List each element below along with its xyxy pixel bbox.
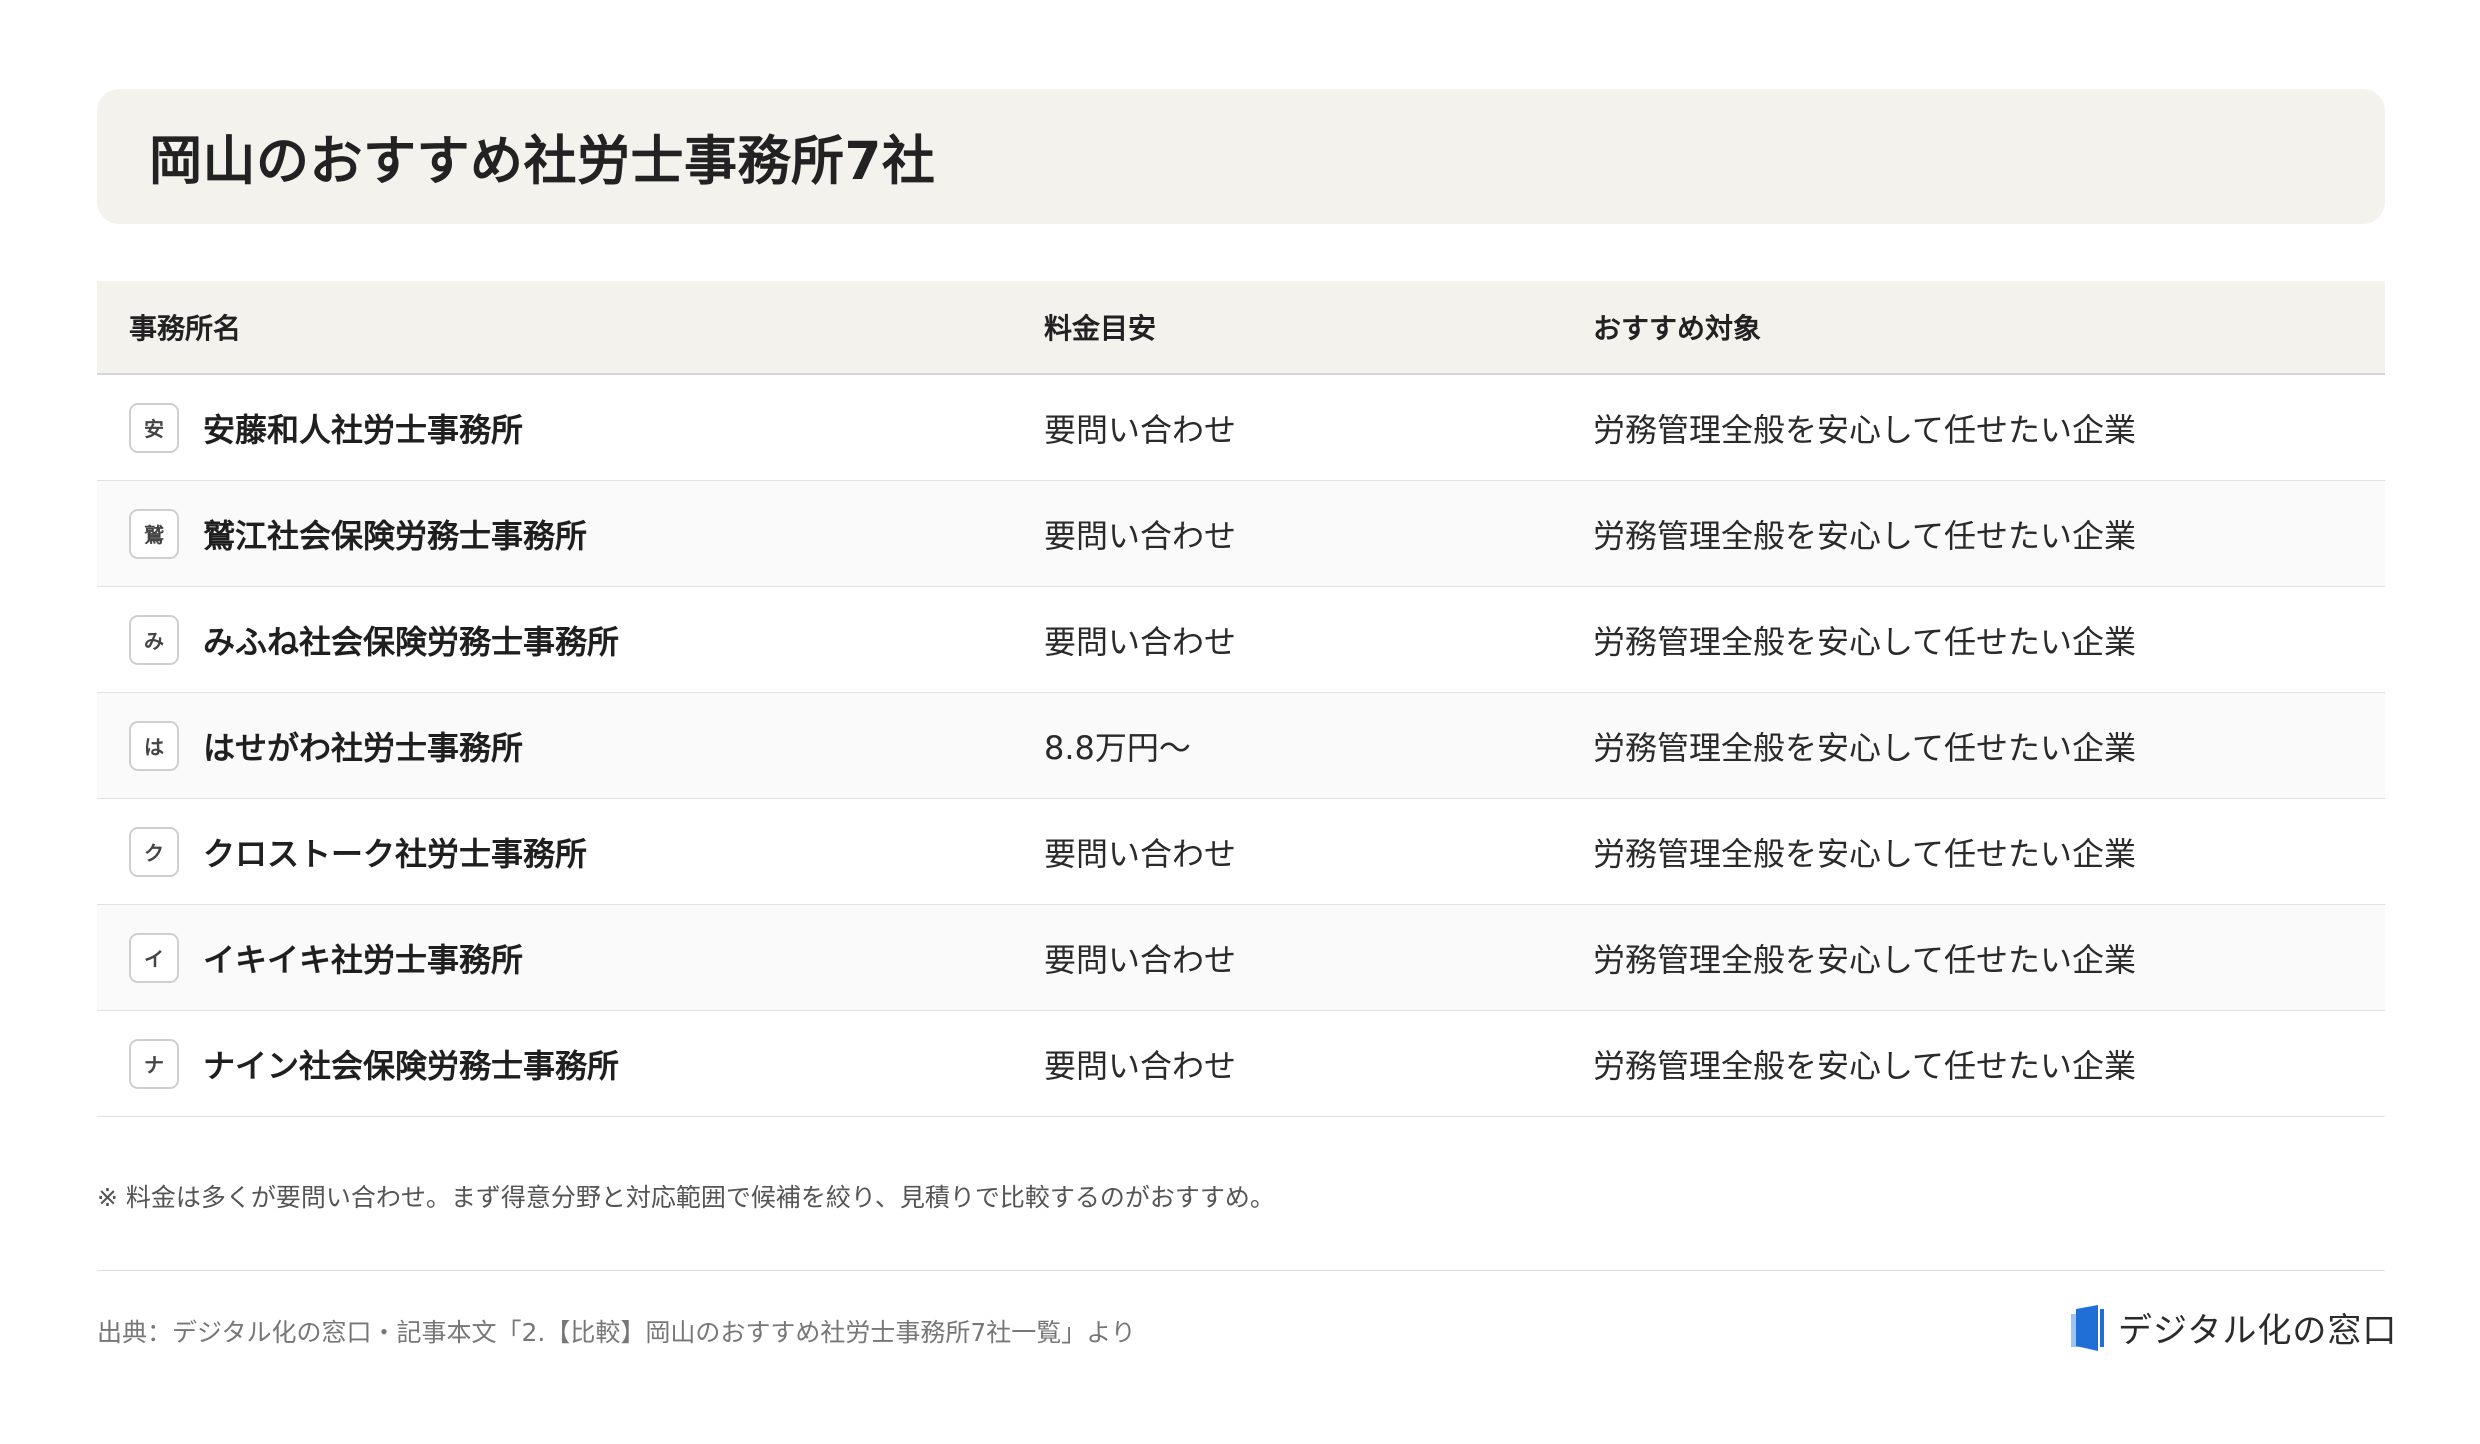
target-value: 労務管理全般を安心して任せたい企業 <box>1593 1046 2137 1085</box>
office-name: 鷲江社会保険労務士事務所 <box>203 516 588 555</box>
table-row: 安 安藤和人社労士事務所 要問い合わせ 労務管理全般を安心して任せたい企業 <box>97 375 2385 481</box>
target-value: 労務管理全般を安心して任せたい企業 <box>1593 622 2137 661</box>
office-name-cell: み みふね社会保険労務士事務所 <box>129 614 620 665</box>
office-initial-badge: み <box>129 614 179 665</box>
target-value: 労務管理全般を安心して任せたい企業 <box>1593 728 2137 767</box>
office-initial-badge: イ <box>129 932 179 983</box>
table-row: ク クロストーク社労士事務所 要問い合わせ 労務管理全般を安心して任せたい企業 <box>97 799 2385 905</box>
office-initial-badge: は <box>129 720 179 771</box>
target-value: 労務管理全般を安心して任せたい企業 <box>1593 410 2137 449</box>
table-header: 事務所名 料金目安 おすすめ対象 <box>97 281 2385 375</box>
fee-value: 要問い合わせ <box>1044 516 1237 555</box>
office-name: 安藤和人社労士事務所 <box>203 410 524 449</box>
office-initial-badge: ナ <box>129 1038 179 1089</box>
target-value: 労務管理全般を安心して任せたい企業 <box>1593 516 2137 555</box>
header-fee: 料金目安 <box>1044 312 1157 345</box>
table-row: イ イキイキ社労士事務所 要問い合わせ 労務管理全般を安心して任せたい企業 <box>97 905 2385 1011</box>
office-initial-badge: 鷲 <box>129 508 179 559</box>
fee-value: 要問い合わせ <box>1044 834 1237 873</box>
office-name: みふね社会保険労務士事務所 <box>203 622 620 661</box>
footnote: ※ 料金は多くが要問い合わせ。まず得意分野と対応範囲で候補を絞り、見積りで比較す… <box>97 1183 1275 1212</box>
office-name-cell: 安 安藤和人社労士事務所 <box>129 402 524 453</box>
fee-value: 8.8万円〜 <box>1044 728 1191 767</box>
office-name: クロストーク社労士事務所 <box>203 834 588 873</box>
page-title: 岡山のおすすめ社労士事務所7社 <box>149 130 936 192</box>
fee-value: 要問い合わせ <box>1044 410 1237 449</box>
table-row: は はせがわ社労士事務所 8.8万円〜 労務管理全般を安心して任せたい企業 <box>97 693 2385 799</box>
title-card: 岡山のおすすめ社労士事務所7社 <box>97 89 2385 224</box>
table-row: 鷲 鷲江社会保険労務士事務所 要問い合わせ 労務管理全般を安心して任せたい企業 <box>97 481 2385 587</box>
source-citation: 出典：デジタル化の窓口・記事本文「2.【比較】岡山のおすすめ社労士事務所7社一覧… <box>97 1318 1136 1347</box>
brand-name: デジタル化の窓口 <box>2118 1311 2398 1351</box>
header-office-name: 事務所名 <box>129 312 242 345</box>
office-name-cell: イ イキイキ社労士事務所 <box>129 932 524 983</box>
brand-logo: デジタル化の窓口 <box>2068 1303 2397 1352</box>
office-name-cell: は はせがわ社労士事務所 <box>129 720 524 771</box>
office-name-cell: 鷲 鷲江社会保険労務士事務所 <box>129 508 588 559</box>
footer-divider <box>97 1270 2385 1271</box>
office-name: イキイキ社労士事務所 <box>203 940 524 979</box>
office-name-cell: ク クロストーク社労士事務所 <box>129 826 588 877</box>
table-row: み みふね社会保険労務士事務所 要問い合わせ 労務管理全般を安心して任せたい企業 <box>97 587 2385 693</box>
office-initial-badge: 安 <box>129 402 179 453</box>
target-value: 労務管理全般を安心して任せたい企業 <box>1593 940 2137 979</box>
door-logo-icon <box>2071 1304 2104 1351</box>
office-name: ナイン社会保険労務士事務所 <box>203 1046 620 1085</box>
office-name: はせがわ社労士事務所 <box>203 728 524 767</box>
office-name-cell: ナ ナイン社会保険労務士事務所 <box>129 1038 620 1089</box>
office-table: 事務所名 料金目安 おすすめ対象 安 安藤和人社労士事務所 要問い合わせ 労務管… <box>97 281 2385 1117</box>
fee-value: 要問い合わせ <box>1044 622 1237 661</box>
fee-value: 要問い合わせ <box>1044 1046 1237 1085</box>
table-row: ナ ナイン社会保険労務士事務所 要問い合わせ 労務管理全般を安心して任せたい企業 <box>97 1011 2385 1117</box>
office-initial-badge: ク <box>129 826 179 877</box>
fee-value: 要問い合わせ <box>1044 940 1237 979</box>
target-value: 労務管理全般を安心して任せたい企業 <box>1593 834 2137 873</box>
header-target: おすすめ対象 <box>1593 312 1762 345</box>
